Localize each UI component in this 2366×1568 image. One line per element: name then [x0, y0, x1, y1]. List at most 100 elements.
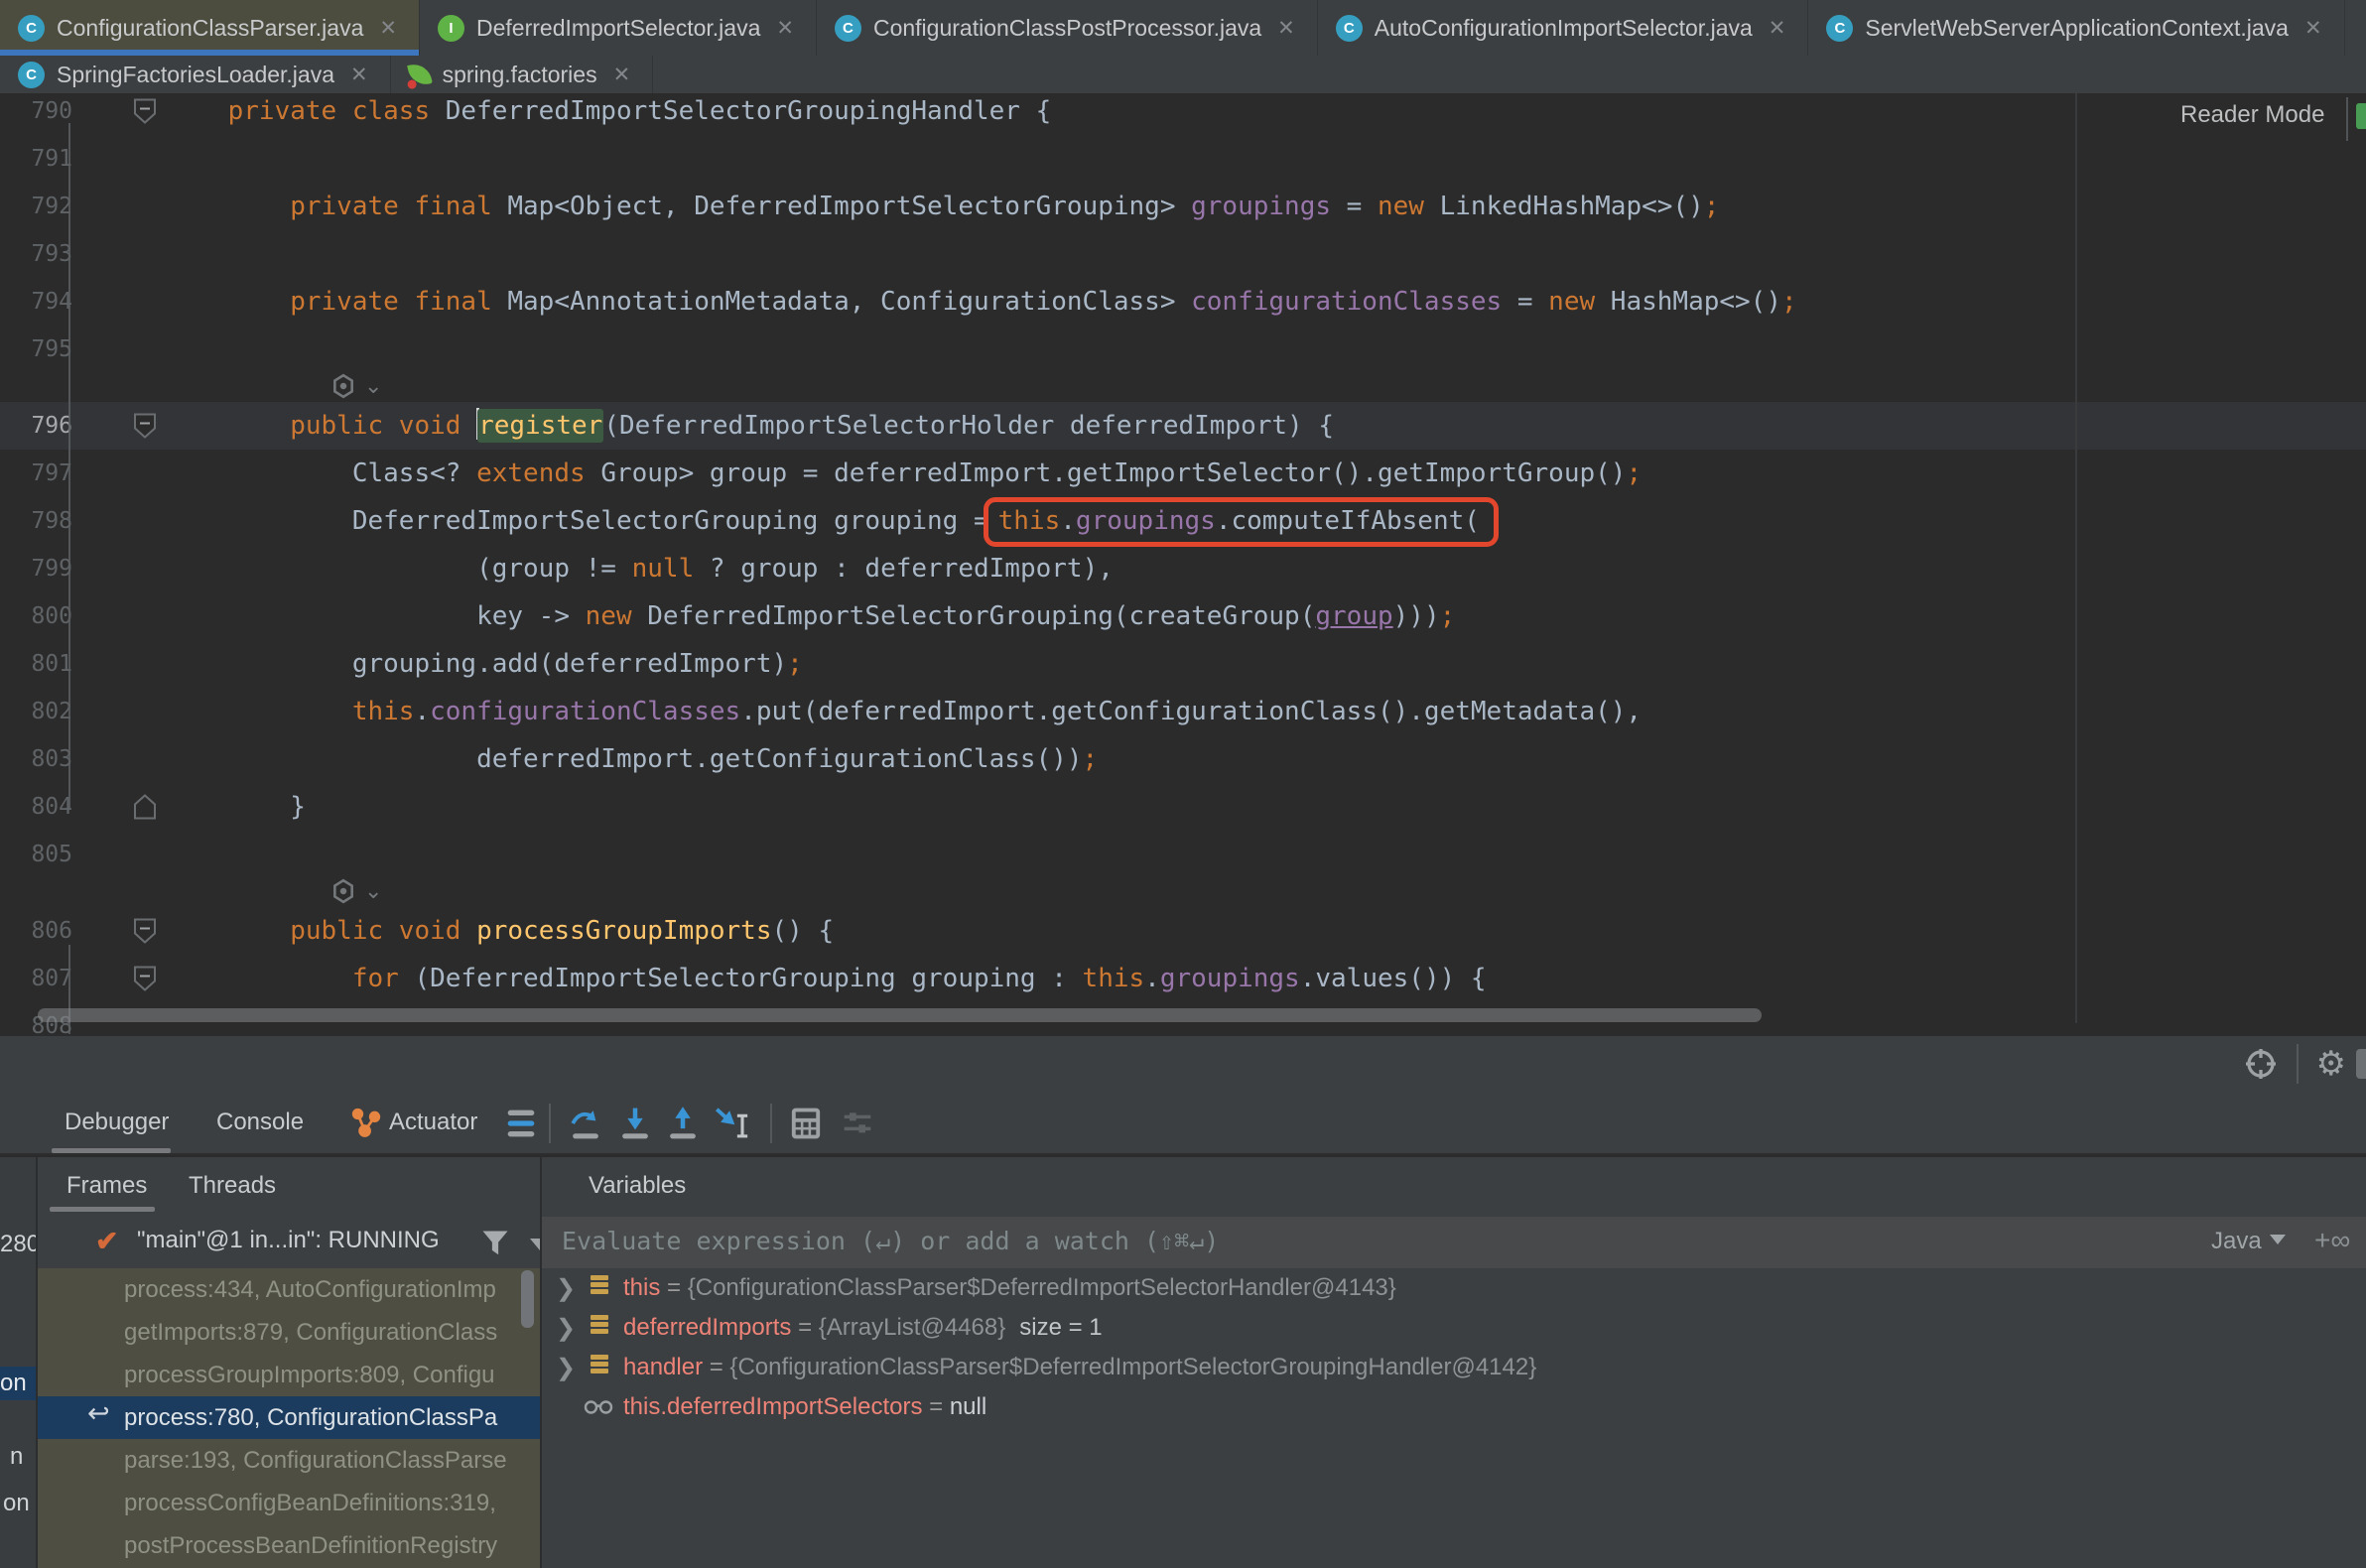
frames-scrollbar[interactable] [521, 1270, 534, 1328]
step-over-icon[interactable] [569, 1106, 602, 1141]
frame-row[interactable]: parse:193, ConfigurationClassParse [36, 1439, 541, 1482]
code-line: 796 public void register(DeferredImportS… [0, 402, 2366, 450]
close-icon[interactable]: ✕ [379, 16, 397, 41]
step-out-icon[interactable] [666, 1106, 700, 1141]
code-line: 806 public void processGroupImports() { [0, 907, 2366, 955]
code-text[interactable]: this.configurationClasses.put(deferredIm… [166, 688, 1642, 735]
target-icon[interactable] [2243, 1046, 2279, 1082]
code-text[interactable]: private final Map<AnnotationMetadata, Co… [166, 278, 1797, 326]
line-number: 801 [0, 651, 74, 677]
close-icon[interactable]: ✕ [1769, 16, 1786, 41]
close-icon[interactable]: ✕ [350, 63, 368, 87]
frame-row[interactable]: ↩process:780, ConfigurationClassPa [36, 1396, 541, 1439]
variable-row[interactable]: ❯this = {ConfigurationClassParser$Deferr… [542, 1268, 2366, 1308]
code-text[interactable]: DeferredImportSelectorGrouping grouping … [166, 497, 1499, 545]
code-text[interactable]: public void register(DeferredImportSelec… [166, 402, 1334, 450]
evaluate-expression-icon[interactable] [789, 1106, 823, 1141]
tab-label: DeferredImportSelector.java [476, 15, 760, 42]
close-icon[interactable]: ✕ [776, 16, 794, 41]
tab-label: ServletWebServerApplicationContext.java [1865, 15, 2289, 42]
code-text[interactable]: key -> new DeferredImportSelectorGroupin… [166, 592, 1455, 640]
variable-name: deferredImports = {ArrayList@4468}size =… [623, 1314, 1103, 1342]
code-token: groupings [1076, 506, 1216, 536]
fold-marker-icon[interactable] [133, 794, 157, 821]
code-token: private final [166, 287, 507, 317]
code-text[interactable]: private class DeferredImportSelectorGrou… [166, 93, 1051, 135]
expand-chevron-icon[interactable]: ❯ [556, 1274, 576, 1303]
fold-marker-icon[interactable] [133, 918, 157, 945]
code-editor[interactable]: 790 private class DeferredImportSelector… [0, 93, 2366, 1034]
code-token: new [586, 601, 648, 631]
hidden-toolbar-icon[interactable] [2356, 1049, 2366, 1079]
frames-variables-divider[interactable] [540, 1157, 542, 1568]
expand-chevron-icon[interactable]: ❯ [556, 1354, 576, 1382]
code-text[interactable]: for (DeferredImportSelectorGrouping grou… [166, 955, 1487, 1002]
editor-tab[interactable]: CConfigurationClassPostProcessor.java✕ [817, 0, 1318, 56]
expand-chevron-icon[interactable]: ❯ [556, 1314, 576, 1343]
debug-panel-tabs: Frames Threads Variables [0, 1157, 2366, 1217]
frame-row[interactable]: processGroupImports:809, Configu [36, 1354, 541, 1396]
editor-horizontal-scrollbar[interactable] [38, 1008, 1762, 1022]
code-token: . [1144, 964, 1160, 993]
frame-label: processGroupImports:809, Configu [124, 1362, 495, 1389]
clipped-text-fragment: on [0, 1367, 36, 1400]
code-text[interactable]: private final Map<Object, DeferredImport… [166, 183, 1719, 230]
code-text[interactable]: public void processGroupImports() { [166, 907, 834, 955]
run-to-cursor-icon[interactable] [714, 1106, 753, 1141]
evaluate-language-selector[interactable]: Java [2211, 1228, 2286, 1255]
editor-tab[interactable]: CSpringFactoriesLoader.java✕ [0, 56, 391, 93]
editor-tab[interactable]: CAutoConfigurationImportSelector.java✕ [1318, 0, 1809, 56]
tab-debugger[interactable]: Debugger [65, 1109, 169, 1136]
code-text[interactable]: Class<? extends Group> group = deferredI… [166, 450, 1642, 497]
add-watch-button[interactable]: +∞ [2314, 1225, 2350, 1256]
frames-list: process:434, AutoConfigurationImpgetImpo… [36, 1268, 541, 1568]
close-icon[interactable]: ✕ [613, 63, 631, 87]
frame-label: processConfigBeanDefinitions:319, [124, 1490, 496, 1517]
code-line: 797 Class<? extends Group> group = defer… [0, 450, 2366, 497]
code-vision-icon[interactable]: ⌄ [330, 373, 382, 399]
frame-row[interactable]: process:434, AutoConfigurationImp [36, 1268, 541, 1311]
code-text[interactable]: grouping.add(deferredImport); [166, 640, 803, 688]
field-icon [591, 1353, 608, 1382]
code-text[interactable]: (group != null ? group : deferredImport)… [166, 545, 1114, 592]
line-number: 804 [0, 794, 74, 820]
evaluate-placeholder: Evaluate expression (↵) or add a watch (… [562, 1227, 1219, 1255]
code-token: = [1331, 192, 1378, 221]
step-into-icon[interactable] [618, 1106, 652, 1141]
code-text[interactable]: deferredImport.getConfigurationClass()); [166, 735, 1098, 783]
fold-marker-icon[interactable] [133, 413, 157, 440]
tab-console[interactable]: Console [216, 1109, 304, 1136]
code-token: Group> group = deferredImport.getImportS… [600, 458, 1626, 488]
frame-row[interactable]: postProcessBeanDefinitionRegistry [36, 1524, 541, 1567]
tab-actuator[interactable]: Actuator [389, 1109, 477, 1136]
evaluate-expression-bar[interactable]: Evaluate expression (↵) or add a watch (… [542, 1217, 2366, 1268]
editor-tab[interactable]: spring.factories✕ [391, 56, 654, 93]
tab-threads[interactable]: Threads [189, 1172, 276, 1200]
gutter-fold-column [74, 135, 166, 183]
tab-frames[interactable]: Frames [66, 1172, 147, 1200]
frame-row[interactable]: getImports:879, ConfigurationClass [36, 1311, 541, 1354]
thread-selector[interactable]: ✔ "main"@1 in...in": RUNNING [36, 1217, 541, 1268]
watch-row[interactable]: this.deferredImportSelectors = null [542, 1387, 2366, 1427]
fold-marker-icon[interactable] [133, 98, 157, 125]
settings-gear-icon[interactable]: ⚙ [2316, 1044, 2346, 1084]
code-text[interactable]: } [166, 783, 306, 831]
editor-tab[interactable]: CServletWebServerApplicationContext.java… [1808, 0, 2344, 56]
editor-tab[interactable]: IDeferredImportSelector.java✕ [420, 0, 817, 56]
code-token: Map<AnnotationMetadata, ConfigurationCla… [507, 287, 1191, 317]
frame-row[interactable]: processConfigBeanDefinitions:319, [36, 1482, 541, 1524]
show-execution-point-icon[interactable] [506, 1108, 536, 1139]
code-vision-icon[interactable]: ⌄ [330, 878, 382, 904]
close-icon[interactable]: ✕ [1277, 16, 1295, 41]
code-token: groupings [1160, 964, 1300, 993]
code-token: . [1060, 506, 1076, 536]
variable-row[interactable]: ❯handler = {ConfigurationClassParser$Def… [542, 1348, 2366, 1387]
filter-funnel-icon[interactable] [480, 1229, 510, 1258]
code-token: new [1548, 287, 1611, 317]
layout-settings-icon[interactable] [842, 1108, 873, 1139]
variable-row[interactable]: ❯ deferredImports = {ArrayList@4468}size … [542, 1308, 2366, 1348]
line-number: 792 [0, 194, 74, 219]
close-icon[interactable]: ✕ [2304, 16, 2322, 41]
fold-marker-icon[interactable] [133, 966, 157, 992]
editor-tab[interactable]: CConfigurationClassParser.java✕ [0, 0, 420, 56]
